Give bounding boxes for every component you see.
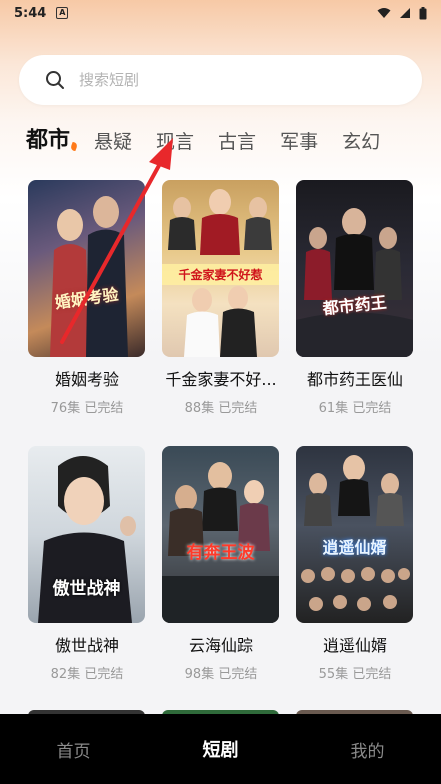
tab-xuanyi[interactable]: 悬疑 xyxy=(94,127,132,154)
tab-dushi[interactable]: 都市 xyxy=(26,122,79,154)
nav-mine[interactable]: 我的 xyxy=(313,737,423,762)
drama-episodes: 61集 已完结 xyxy=(318,401,392,416)
status-time: 5:44 xyxy=(14,5,47,21)
drama-poster[interactable]: 逍遥仙婿 xyxy=(296,446,413,623)
category-tabs: 都市 悬疑 现言 古言 军事 玄幻 xyxy=(26,120,404,154)
tab-guyan[interactable]: 古言 xyxy=(218,127,256,154)
tab-label: 军事 xyxy=(280,131,319,153)
nav-short-drama[interactable]: 短剧 xyxy=(166,736,276,762)
tab-label: 古言 xyxy=(218,131,257,153)
drama-poster[interactable]: 傲世战神 xyxy=(28,446,145,623)
poster-figures xyxy=(162,462,279,623)
poster-title: 傲世战神 xyxy=(52,579,121,599)
drama-title: 傲世战神 xyxy=(54,636,119,655)
poster-title: 千金家妻不好惹 xyxy=(162,264,279,285)
poster-figures xyxy=(296,208,413,357)
notification-icon: A xyxy=(56,7,69,19)
search-bar[interactable] xyxy=(19,55,422,105)
drama-poster[interactable]: 都市药王 xyxy=(296,180,413,357)
drama-episodes: 82集 已完结 xyxy=(50,667,124,682)
drama-card[interactable]: 千金家妻不好惹 千金家妻不好... 88集 已完结 xyxy=(162,180,280,416)
drama-poster[interactable]: 有奔王波 xyxy=(162,446,279,623)
drama-episodes: 76集 已完结 xyxy=(50,401,124,416)
poster-title: 逍遥仙婿 xyxy=(322,538,387,557)
drama-card[interactable]: 婚姻考验 婚姻考验 76集 已完结 xyxy=(28,180,146,416)
drama-title: 都市药王医仙 xyxy=(306,370,403,389)
drama-card[interactable]: 都市药王 都市药王医仙 61集 已完结 xyxy=(296,180,414,416)
wifi-icon xyxy=(377,8,391,18)
bottom-nav: 首页 短剧 我的 xyxy=(0,714,441,784)
active-tab-indicator xyxy=(69,142,79,151)
battery-icon xyxy=(419,6,427,19)
drama-card[interactable]: 逍遥仙婿 逍遥仙婿 55集 已完结 xyxy=(296,446,414,682)
search-icon xyxy=(46,71,64,89)
drama-episodes: 88集 已完结 xyxy=(184,401,258,416)
poster-figures xyxy=(50,196,128,357)
tab-label: 都市 xyxy=(26,128,71,153)
drama-title: 逍遥仙婿 xyxy=(322,636,387,655)
drama-episodes: 55集 已完结 xyxy=(318,667,392,682)
drama-episodes: 98集 已完结 xyxy=(184,667,258,682)
signal-icon xyxy=(400,8,410,18)
tab-label: 玄幻 xyxy=(342,131,381,153)
nav-home[interactable]: 首页 xyxy=(19,737,129,762)
drama-title: 婚姻考验 xyxy=(54,370,119,389)
search-input[interactable] xyxy=(79,71,379,89)
drama-poster[interactable]: 千金家妻不好惹 xyxy=(162,180,279,357)
drama-card[interactable]: 傲世战神 傲世战神 82集 已完结 xyxy=(28,446,146,682)
status-bar: 5:44 A xyxy=(0,0,441,26)
drama-title: 云海仙踪 xyxy=(188,636,253,655)
tab-xuanhuan[interactable]: 玄幻 xyxy=(342,127,380,154)
tab-label: 悬疑 xyxy=(94,131,133,153)
tab-xianyan[interactable]: 现言 xyxy=(156,127,194,154)
tab-label: 现言 xyxy=(156,131,195,153)
drama-poster[interactable]: 婚姻考验 xyxy=(28,180,145,357)
drama-title: 千金家妻不好... xyxy=(165,370,277,389)
poster-title: 有奔王波 xyxy=(186,543,255,563)
tab-junshi[interactable]: 军事 xyxy=(280,127,318,154)
drama-card[interactable]: 有奔王波 云海仙踪 98集 已完结 xyxy=(162,446,280,682)
